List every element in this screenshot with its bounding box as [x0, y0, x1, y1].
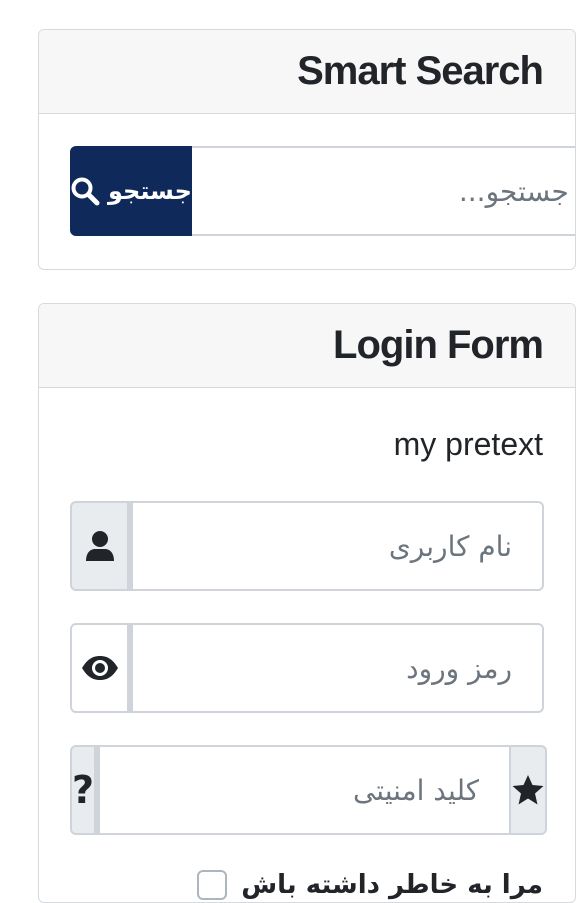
login-pretext: my pretext	[393, 426, 543, 462]
search-button-label: جستجو	[108, 177, 192, 205]
login-form-title: Login Form	[333, 323, 544, 367]
smart-search-card: Smart Search جستجو	[38, 29, 576, 270]
user-icon	[85, 531, 114, 561]
search-input[interactable]	[191, 146, 575, 236]
username-input-group	[70, 501, 544, 591]
eye-icon	[81, 656, 118, 680]
username-field[interactable]	[129, 501, 544, 591]
remember-me-checkbox[interactable]	[197, 870, 228, 900]
smart-search-header: Smart Search	[39, 30, 575, 114]
login-form-header: Login Form	[39, 304, 575, 388]
smart-search-title: Smart Search	[297, 49, 544, 93]
username-addon	[70, 501, 129, 591]
search-button[interactable]: جستجو	[70, 146, 192, 236]
password-field[interactable]	[129, 623, 544, 713]
search-icon	[71, 177, 100, 206]
security-key-input-group: ?	[70, 745, 548, 835]
security-key-help-addon: ?	[70, 745, 97, 835]
password-input-group	[70, 623, 544, 713]
remember-me-label: مرا به خاطر داشته باش	[241, 870, 543, 900]
search-input-group: جستجو	[70, 146, 575, 236]
security-key-field[interactable]	[96, 745, 512, 835]
star-icon	[512, 775, 544, 805]
security-key-star-addon	[511, 745, 548, 835]
question-icon: ?	[72, 768, 95, 812]
password-visibility-toggle[interactable]	[70, 623, 129, 713]
login-form-card: Login Form my pretext ?	[38, 303, 576, 903]
remember-me-row: مرا به خاطر داشته باش	[197, 870, 543, 900]
